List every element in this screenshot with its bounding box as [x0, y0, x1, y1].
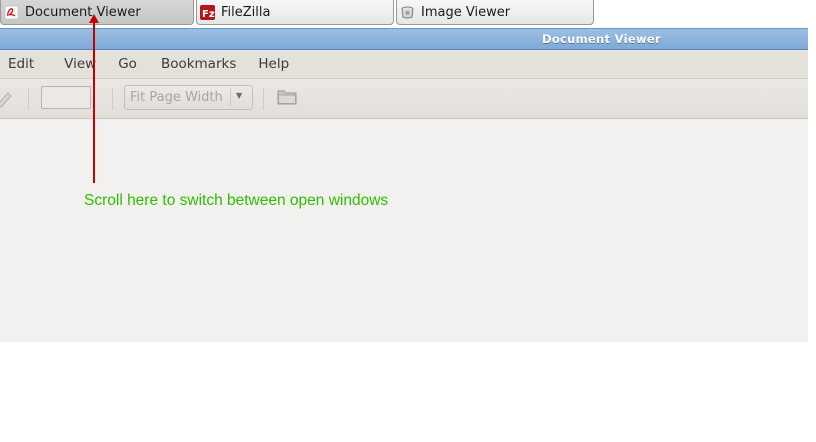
pencil-icon[interactable]	[0, 89, 14, 109]
menu-bar: Edit View Go Bookmarks Help	[0, 50, 808, 79]
toolbar-separator	[263, 88, 264, 110]
filezilla-icon: Fz	[200, 4, 215, 20]
menu-view[interactable]: View	[56, 56, 104, 72]
window-title: Document Viewer	[542, 32, 661, 46]
menu-go[interactable]: Go	[110, 56, 145, 72]
arrow-head-icon	[89, 14, 99, 23]
menu-edit[interactable]: Edit	[0, 56, 42, 72]
task-image-viewer[interactable]: Image Viewer	[396, 0, 594, 25]
zoom-label: Fit Page Width	[130, 90, 223, 105]
image-viewer-icon	[400, 5, 415, 20]
page-number-input[interactable]	[41, 86, 91, 109]
toolbar: Fit Page Width ▼	[0, 79, 808, 119]
toolbar-separator	[112, 88, 113, 110]
task-filezilla[interactable]: Fz FileZilla	[196, 0, 394, 25]
zoom-divider	[230, 89, 231, 106]
document-viewer-window: Document Viewer Edit View Go Bookmarks H…	[0, 28, 808, 342]
svg-text:Fz: Fz	[202, 9, 215, 20]
toolbar-separator	[28, 88, 29, 110]
task-label: FileZilla	[221, 4, 271, 20]
task-label: Image Viewer	[421, 4, 511, 20]
taskbar: Document Viewer Fz FileZilla Image Viewe…	[0, 0, 816, 28]
folder-icon[interactable]	[277, 88, 298, 106]
title-bar[interactable]: Document Viewer	[0, 28, 808, 50]
document-viewer-icon	[4, 5, 19, 20]
document-area[interactable]	[0, 119, 808, 342]
menu-bookmarks[interactable]: Bookmarks	[153, 56, 244, 72]
dropdown-arrow-icon: ▼	[236, 91, 243, 100]
task-label: Document Viewer	[25, 4, 141, 20]
menu-help[interactable]: Help	[250, 56, 297, 72]
annotation-text: Scroll here to switch between open windo…	[84, 192, 389, 209]
zoom-select[interactable]: Fit Page Width ▼	[124, 85, 253, 110]
annotation-arrow	[93, 16, 95, 183]
